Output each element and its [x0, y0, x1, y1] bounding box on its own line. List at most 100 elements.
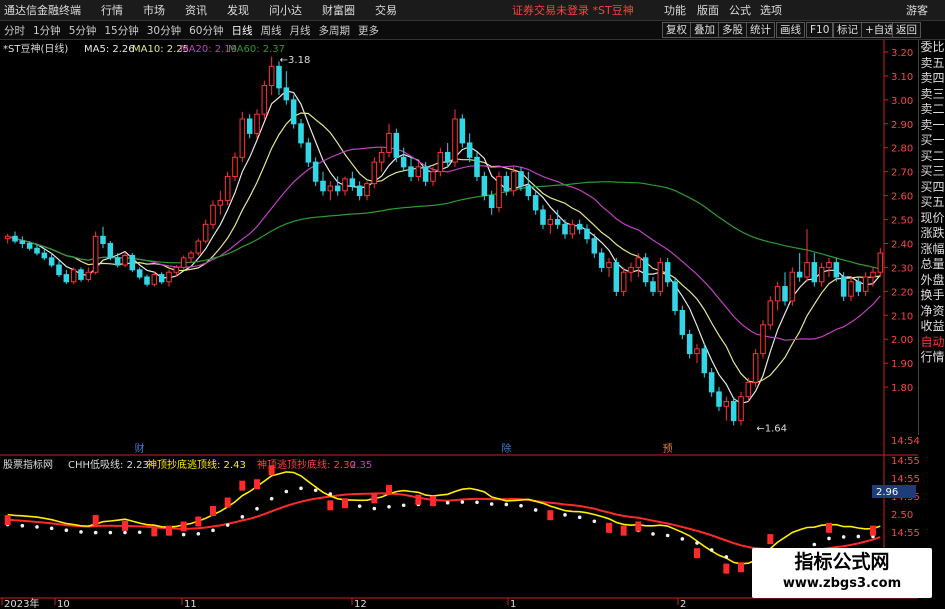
candle-body: [202, 223, 209, 242]
y-tick-label: 3.20: [891, 48, 913, 59]
indicator-dot: [225, 523, 230, 527]
candle-body: [782, 286, 788, 302]
candle-body: [100, 235, 106, 244]
candle-body: [562, 223, 568, 235]
candle-body: [540, 209, 546, 225]
indicator-dot: [592, 519, 597, 524]
candle-body: [129, 254, 136, 271]
candle-body: [48, 257, 55, 266]
candle-body: [628, 266, 634, 273]
indicator-dot: [93, 530, 98, 535]
candle-body: [290, 99, 297, 125]
candle-body: [320, 180, 326, 192]
candle-body: [239, 118, 246, 158]
candle-body: [576, 223, 583, 230]
indicator-legend: 神顶抄底逃顶线: 2.43: [147, 458, 246, 471]
y-tick-label: 2.60: [891, 192, 913, 203]
candle-body: [158, 274, 165, 283]
indicator-dot: [519, 503, 523, 508]
candle-body: [144, 276, 150, 285]
candle-body: [371, 161, 378, 185]
indicator-bar: [606, 522, 612, 533]
candle-body: [283, 87, 290, 101]
indicator-dot: [460, 500, 465, 504]
indicator-dot: [35, 525, 39, 529]
y-tick-label: 2.00: [891, 335, 913, 346]
indicator-dot: [255, 506, 259, 511]
indicator-dot: [695, 541, 699, 545]
candle-body: [826, 262, 832, 268]
candle-body: [298, 123, 304, 144]
watermark-url: www.zbgs3.com: [782, 576, 902, 591]
candle-body: [34, 247, 40, 254]
candle-body: [503, 175, 510, 192]
indicator-bar: [547, 510, 554, 521]
y-tick-label: 2.80: [891, 144, 913, 155]
candle-body: [518, 171, 524, 187]
indicator-bar: [268, 465, 275, 476]
ma-legend: MA5: 2.26: [84, 44, 135, 55]
candle-body: [261, 84, 268, 115]
chart-title: *ST豆神(日线): [3, 42, 68, 55]
indicator-legend: CHH低吸线: 2.23: [68, 458, 149, 471]
indicator-bar: [180, 521, 187, 532]
candle-body: [510, 171, 517, 192]
candle-body: [488, 195, 495, 209]
candle-body: [452, 118, 458, 163]
candle-body: [254, 113, 260, 134]
candle-body: [85, 271, 92, 280]
indicator-dot: [812, 542, 817, 547]
indicator-bar: [415, 494, 422, 505]
candle-body: [525, 185, 532, 197]
candle-body: [833, 262, 840, 278]
indicator-bar: [327, 500, 334, 511]
indicator-bar: [122, 520, 128, 531]
candle-body: [664, 262, 671, 283]
candle-body: [466, 142, 473, 158]
candle-body: [70, 269, 77, 283]
kline-chart[interactable]: 3.20 3.10 3.00 2.90 2.80 2.70 2.60 2.50 2.40 2.30…: [0, 0, 945, 609]
indicator-dot: [387, 505, 391, 509]
candle-body: [276, 65, 282, 89]
candle-body: [811, 262, 818, 283]
watermark-title: 指标公式网: [794, 551, 890, 573]
price-annotation: ←3.18: [280, 55, 311, 66]
candle-body: [591, 238, 598, 254]
candle-body: [232, 156, 238, 177]
indicator-dot: [724, 555, 729, 559]
y-tick-label: 2.20: [891, 287, 913, 298]
x-tick-label: 2023年: [4, 597, 39, 609]
candle-body: [848, 281, 854, 297]
candle-body: [400, 156, 407, 168]
candle-body: [408, 166, 414, 177]
indicator-dot: [563, 513, 567, 517]
candle-body: [855, 281, 862, 292]
candle-body: [877, 252, 884, 273]
indicator-legend: 2.35: [350, 460, 372, 471]
candle-body: [620, 271, 627, 292]
candle-body: [481, 175, 488, 197]
candle-body: [708, 372, 715, 393]
ma10-line: [7, 112, 881, 384]
indicator-dot: [504, 502, 509, 507]
candle-body: [26, 242, 33, 249]
candle-body: [723, 400, 730, 407]
candle-body: [136, 269, 143, 278]
indicator-red-line: [7, 492, 881, 552]
candle-body: [569, 223, 576, 235]
y-tick-label: 1.90: [891, 359, 913, 370]
indicator-bar: [430, 496, 436, 507]
candle-body: [386, 132, 392, 154]
candle-body: [606, 262, 612, 268]
indicator-yellow-line: [7, 471, 881, 565]
candle-body: [752, 353, 759, 383]
indicator-dot: [313, 488, 318, 493]
candle-body: [41, 252, 48, 259]
candle-body: [246, 118, 253, 134]
candle-body: [657, 262, 664, 292]
indicator-dot: [577, 515, 582, 520]
indicator-dot: [137, 530, 142, 535]
candle-body: [56, 264, 62, 276]
candle-body: [716, 391, 722, 407]
indicator-dot: [665, 533, 670, 538]
